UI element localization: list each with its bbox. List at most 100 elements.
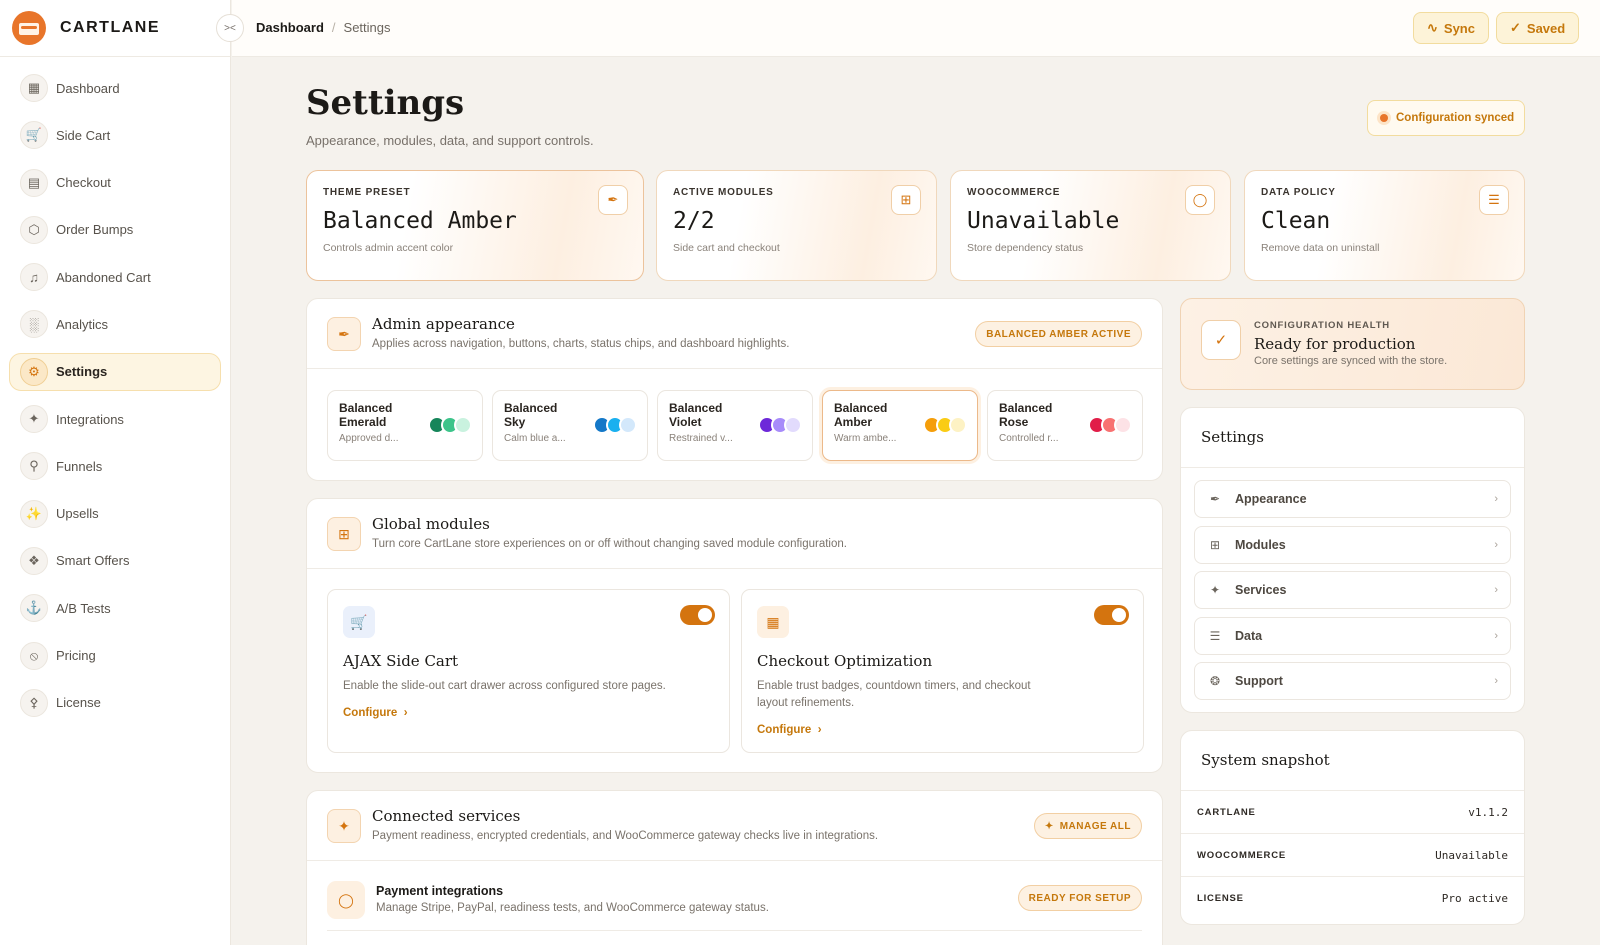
plug-icon: ✦	[20, 405, 48, 434]
manage-all-label: MANAGE ALL	[1059, 820, 1131, 832]
settings-nav-services[interactable]: ✦ Services ›	[1194, 571, 1511, 609]
sidebar-item-side-cart[interactable]: 🛒 Side Cart	[9, 116, 221, 154]
swatch	[619, 416, 637, 434]
sync-button[interactable]: ∿ Sync	[1413, 12, 1489, 44]
module-title: Checkout Optimization	[757, 652, 933, 670]
brush-icon: ✒	[1209, 492, 1221, 506]
sidebar-item-smart-offers[interactable]: ❖ Smart Offers	[9, 542, 221, 580]
admin-appearance-panel: ✒ Admin appearance Applies across naviga…	[306, 298, 1163, 481]
sidebar-item-license[interactable]: ⚴ License	[9, 684, 221, 722]
breadcrumb-dashboard[interactable]: Dashboard	[256, 20, 324, 35]
settings-nav-modules[interactable]: ⊞ Modules ›	[1194, 525, 1511, 564]
module-toggle[interactable]	[1094, 605, 1129, 625]
sidebar-item-pricing[interactable]: ⦸ Pricing	[9, 637, 221, 675]
sidebar-item-label: Funnels	[56, 458, 103, 474]
sidebar-item-label: A/B Tests	[56, 600, 111, 616]
snapshot-key: WOOCOMMERCE	[1197, 849, 1287, 861]
sidebar-item-label: Checkout	[56, 175, 111, 191]
sidebar-item-label: Upsells	[56, 506, 99, 522]
stat-desc: Remove data on uninstall	[1261, 242, 1380, 254]
theme-desc: Warm ambe...	[834, 433, 897, 444]
chevron-right-icon: ›	[1494, 493, 1498, 505]
cartlane-logo	[12, 11, 46, 45]
service-title: Payment integrations	[376, 884, 504, 898]
sidebar-item-upsells[interactable]: ✨ Upsells	[9, 495, 221, 533]
active-theme-badge: BALANCED AMBER ACTIVE	[975, 321, 1142, 347]
theme-option-rose[interactable]: Balanced Rose Controlled r...	[987, 390, 1143, 461]
offer-icon: ❖	[20, 546, 48, 575]
funnel-icon: ⚲	[20, 452, 48, 481]
brush-icon: ✒	[327, 317, 361, 351]
stat-value: Clean	[1261, 208, 1331, 234]
manage-all-button[interactable]: ✦ MANAGE ALL	[1033, 813, 1142, 839]
snapshot-row: WOOCOMMERCE Unavailable	[1181, 834, 1524, 877]
configure-label: Configure	[343, 707, 398, 719]
theme-option-emerald[interactable]: Balanced Emerald Approved d...	[327, 390, 483, 461]
sync-button-label: Sync	[1443, 20, 1475, 36]
card-icon: ▤	[20, 168, 48, 197]
saved-button[interactable]: ✓ Saved	[1496, 12, 1580, 44]
theme-desc: Restrained v...	[669, 433, 733, 444]
modules-icon: ⊞	[327, 517, 361, 551]
stat-desc: Side cart and checkout	[673, 242, 780, 254]
sidebar-item-abandoned-cart[interactable]: ♫ Abandoned Cart	[9, 258, 221, 296]
module-title: AJAX Side Cart	[343, 652, 459, 670]
theme-desc: Calm blue a...	[504, 433, 566, 444]
panel-title: Admin appearance	[372, 315, 515, 333]
sidebar-item-integrations[interactable]: ✦ Integrations	[9, 400, 221, 438]
settings-nav-appearance[interactable]: ✒ Appearance ›	[1194, 480, 1511, 518]
theme-name: Balanced Rose	[999, 401, 1053, 429]
topbar: Dashboard / Settings ∿ Sync ✓ Saved	[232, 0, 1600, 57]
sidebar-item-checkout[interactable]: ▤ Checkout	[9, 164, 221, 202]
cart-icon: 🛒	[343, 606, 375, 638]
theme-swatches	[428, 416, 472, 434]
configure-link[interactable]: Configure ›	[343, 707, 714, 719]
snapshot-row: LICENSE Pro active	[1181, 877, 1524, 920]
health-subtitle: Core settings are synced with the store.	[1254, 355, 1448, 367]
stat-value: 2/2	[673, 208, 715, 234]
plug-icon: ✦	[1044, 820, 1054, 832]
sidebar-item-settings[interactable]: ⚙ Settings	[9, 352, 221, 391]
sidebar-item-label: Side Cart	[56, 127, 111, 143]
configuration-sync-status: Configuration synced	[1367, 100, 1525, 136]
sidebar-item-dashboard[interactable]: ▦ Dashboard	[9, 69, 221, 107]
snapshot-row: CARTLANE v1.1.2	[1181, 791, 1524, 834]
swatch	[949, 416, 967, 434]
theme-option-violet[interactable]: Balanced Violet Restrained v...	[657, 390, 813, 461]
sidebar-item-order-bumps[interactable]: ⬡ Order Bumps	[9, 211, 221, 249]
module-desc: Enable the slide-out cart drawer across …	[343, 680, 666, 692]
service-row-payment-integrations[interactable]: ◯ Payment integrations Manage Stripe, Pa…	[327, 881, 1142, 931]
key-icon: ⚴	[20, 688, 48, 717]
stat-card-data-policy: DATA POLICY Clean Remove data on uninsta…	[1244, 170, 1525, 281]
module-toggle[interactable]	[680, 605, 715, 625]
theme-name: Balanced Amber	[834, 401, 888, 429]
theme-option-sky[interactable]: Balanced Sky Calm blue a...	[492, 390, 648, 461]
panel-header: ✦ Connected services Payment readiness, …	[307, 791, 1162, 861]
brush-icon: ✒	[598, 185, 628, 215]
chevron-right-icon: ›	[1494, 675, 1498, 687]
configure-link[interactable]: Configure ›	[757, 724, 1128, 736]
sidebar-item-label: Analytics	[56, 316, 109, 332]
flask-icon: ⚓	[20, 594, 48, 623]
stat-label: THEME PRESET	[323, 187, 411, 198]
chevron-right-icon: ›	[400, 707, 408, 719]
theme-option-amber[interactable]: Balanced Amber Warm ambe...	[822, 390, 978, 461]
panel-subtitle: Turn core CartLane store experiences on …	[372, 538, 847, 550]
settings-nav-panel: Settings ✒ Appearance › ⊞ Modules › ✦ Se…	[1180, 407, 1525, 713]
grid-icon: ▦	[757, 606, 789, 638]
settings-nav-data[interactable]: ☰ Data ›	[1194, 616, 1511, 655]
sidebar-item-analytics[interactable]: ░ Analytics	[9, 305, 221, 343]
configure-label: Configure	[757, 724, 812, 736]
settings-nav-support[interactable]: ❂ Support ›	[1194, 662, 1511, 700]
sidebar-item-funnels[interactable]: ⚲ Funnels	[9, 447, 221, 485]
brand[interactable]: CARTLANE	[0, 0, 230, 57]
sidebar-item-ab-tests[interactable]: ⚓ A/B Tests	[9, 589, 221, 627]
snapshot-value: Unavailable	[1435, 848, 1508, 862]
database-icon: ☰	[1209, 628, 1221, 643]
stat-card-theme-preset: THEME PRESET Balanced Amber Controls adm…	[306, 170, 644, 281]
sidebar-item-label: Dashboard	[56, 80, 120, 96]
theme-desc: Controlled r...	[999, 433, 1059, 444]
collapse-sidebar-button[interactable]: ><	[216, 14, 244, 42]
snapshot-value: v1.1.2	[1468, 805, 1508, 819]
module-desc: Enable trust badges, countdown timers, a…	[757, 680, 1031, 709]
